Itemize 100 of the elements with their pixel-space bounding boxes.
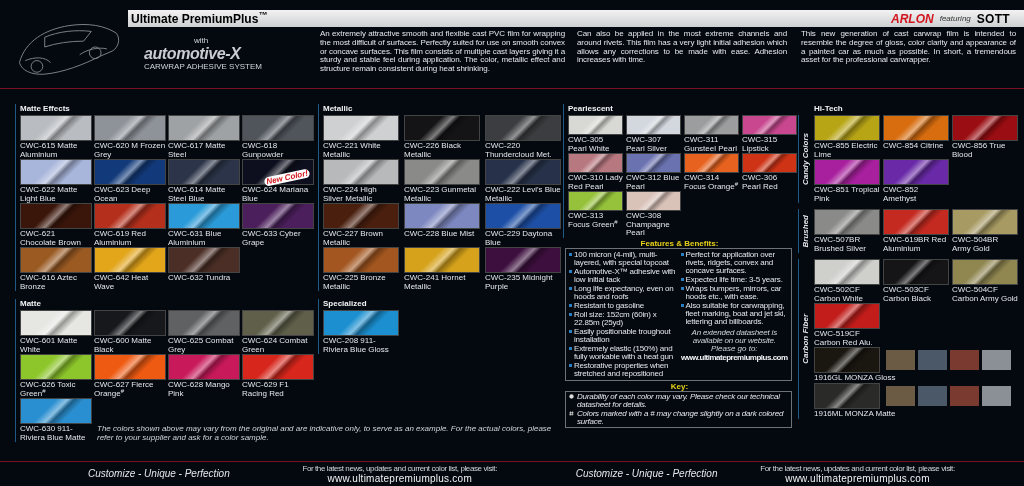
swatch-label: CWC-625 Combat Grey bbox=[168, 337, 235, 354]
square-bullet-icon bbox=[569, 304, 572, 307]
photo-placeholder bbox=[886, 386, 915, 406]
section-title: Matte bbox=[20, 299, 41, 309]
features-title: Features & Benefits: bbox=[640, 238, 719, 248]
section-title: Pearlescent bbox=[568, 104, 613, 114]
disclaimer-text: The colors shown above may vary from the original and are indicative only, to serve as an example. For the actual colors, please refer to your supplier and ask for a color sample. bbox=[97, 425, 552, 442]
swatch-label: CWC-313 Focus Green$^{#}$ bbox=[568, 212, 619, 229]
swatch-label: CWC-306 Pearl Red bbox=[742, 174, 779, 191]
swatch-label: CWC-854 Citrine bbox=[883, 142, 945, 152]
swatch-label: CWC-633 Cyber Grape bbox=[242, 230, 302, 247]
swatch-label: CWC-223 Gunmetal Metallic bbox=[404, 186, 478, 203]
square-bullet-icon bbox=[569, 313, 572, 316]
swatch-label: CWC-507BR Brushed Silver bbox=[814, 236, 868, 253]
photo-placeholder bbox=[950, 386, 979, 406]
swatch-label: CWC-307 Pearl Silver bbox=[626, 136, 668, 153]
square-bullet-icon bbox=[569, 347, 572, 350]
photo-placeholder bbox=[982, 386, 1011, 406]
visit-note: For the latest news, updates and current color list, please visit: bbox=[302, 464, 498, 473]
partner-logo: SOTT bbox=[976, 12, 1010, 25]
swatch-label: CWC-600 Matte Black bbox=[94, 337, 153, 354]
swatch-label: CWC-222 Levi's Blue Metallic bbox=[485, 186, 561, 203]
swatch-label: CWC-617 Matte Steel bbox=[168, 142, 227, 159]
feature-text: Extremely elastic (150%) and fully workable with a heat gun bbox=[574, 344, 674, 361]
swatch-label: CWC-601 Matte White bbox=[20, 337, 79, 354]
swatch-label: CWC-630 911-Riviera Blue Matte bbox=[20, 425, 87, 442]
brochure-title: Ultimate PremiumPlus$^{™}$ bbox=[131, 12, 268, 25]
swatch-label: CWC-619 Red Aluminium bbox=[94, 230, 147, 247]
square-bullet-icon bbox=[569, 270, 572, 273]
swatch-label: CWC-627 Fierce Orange$^{#}$ bbox=[94, 381, 155, 398]
swatch-label: CWC-632 Tundra bbox=[168, 274, 232, 284]
key-text: Durability of each color may vary. Please check our technical datasheet for details. bbox=[577, 392, 781, 409]
swatch-label: CWC-851 Tropical Pink bbox=[814, 186, 880, 203]
group-label: Brushed bbox=[801, 214, 810, 248]
swatch-label: CWC-229 Daytona Blue bbox=[485, 230, 554, 247]
swatch-label: CWC-315 Lipstick bbox=[742, 136, 779, 153]
swatch-label: CWC-631 Blue Aluminium bbox=[168, 230, 223, 247]
swatch-label: CWC-235 Midnight Purple bbox=[485, 274, 554, 291]
swatch-label: CWC-619BR Red Aluminium bbox=[883, 236, 948, 253]
square-bullet-icon bbox=[680, 253, 684, 256]
feature-text: Roll size: 152cm (60in) x 22.85m (25yd) bbox=[574, 310, 658, 327]
slogan-text: Customize - Unique - Perfection bbox=[88, 469, 230, 479]
slogan-text: Customize - Unique - Perfection bbox=[575, 469, 718, 479]
datasheet-note: An extended datasheet is available on our website. bbox=[690, 328, 778, 345]
swatch-label: CWC-227 Brown Metallic bbox=[323, 230, 384, 247]
visit-note: For the latest news, updates and current color list, please visit: bbox=[760, 464, 955, 473]
swatch-label: CWC-856 True Blood bbox=[952, 142, 1007, 159]
swatch-label: CWC-241 Hornet Metallic bbox=[404, 274, 467, 291]
swatch-label: CWC-616 Aztec Bronze bbox=[20, 274, 78, 291]
swatch-label: CWC-621 Chocolate Brown bbox=[20, 230, 82, 247]
swatch-label: CWC-620 M Frozen Grey bbox=[94, 142, 166, 159]
group-label: Carbon Fiber bbox=[801, 314, 810, 364]
swatch-label: CWC-624 Combat Green bbox=[242, 337, 309, 354]
swatch-label: CWC-626 Toxic Green$^{#}$ bbox=[20, 381, 77, 398]
intro-paragraph: Can also be applied in the most extreme channels and around rivets. This film has a very light initial adhesion which allows any corrections to be made with ease. Adhesion increases with time. bbox=[577, 30, 787, 67]
swatch-label: CWC-623 Deep Ocean bbox=[94, 186, 152, 203]
swatch-label: CWC-622 Matte Light Blue bbox=[20, 186, 79, 203]
swatch-label: CWC-519CF Carbon Red Alu. bbox=[814, 330, 874, 347]
group-label: Candy Colors bbox=[801, 133, 810, 185]
logo-prefix: with bbox=[193, 36, 209, 45]
swatch-label: CWC-208 911-Riviera Blue Gloss bbox=[323, 337, 390, 354]
featuring-text: featuring bbox=[939, 14, 971, 23]
swatch-label: CWC-308 Champagne Pearl bbox=[626, 212, 671, 238]
website-link[interactable]: www.ultimatepremiumplus.com bbox=[680, 352, 788, 362]
swatch-label: CWC-221 White Metallic bbox=[323, 142, 382, 159]
logo-tagline: CARWRAP ADHESIVE SYSTEM bbox=[144, 62, 262, 71]
feature-text: Wraps bumpers, mirrors, car hoods etc., with ease. bbox=[685, 284, 782, 301]
website-link[interactable]: www.ultimatepremiumplus.com bbox=[785, 473, 930, 484]
swatch-label: CWC-226 Black Metallic bbox=[404, 142, 462, 159]
square-bullet-icon bbox=[569, 253, 572, 256]
swatch-label: CWC-628 Mango Pink bbox=[168, 381, 231, 398]
section-title: Specialized bbox=[323, 299, 367, 309]
website-link[interactable]: www.ultimatepremiumplus.com bbox=[327, 473, 472, 484]
feature-text: Resistant to gasoline bbox=[574, 301, 645, 310]
swatch-label: CWC-220 Thundercloud Met. bbox=[485, 142, 553, 159]
section-title: Metallic bbox=[323, 104, 353, 114]
photo-placeholder bbox=[886, 350, 915, 370]
section-title: Matte Effects bbox=[20, 104, 70, 114]
swatch-label: CWC-312 Blue Pearl bbox=[626, 174, 681, 191]
brand-logo: ARLON bbox=[891, 12, 934, 25]
feature-text: Restorative properties when stretched and repositioned bbox=[574, 361, 669, 378]
swatch-label: CWC-618 Gunpowder bbox=[242, 142, 285, 159]
feature-text: 100 micron (4-mil), multi-layered, with special topcoat bbox=[574, 250, 670, 267]
swatch-label: CWC-642 Heat Wave bbox=[94, 274, 150, 291]
swatch-label: CWC-504BR Army Gold bbox=[952, 236, 1000, 253]
square-bullet-icon bbox=[680, 278, 684, 281]
square-bullet-icon bbox=[569, 287, 572, 290]
datasheet-prompt: Please go to: bbox=[710, 344, 758, 353]
swatch-label: CWC-852 Amethyst bbox=[883, 186, 920, 203]
swatch-label: CWC-614 Matte Steel Blue bbox=[168, 186, 227, 203]
swatch-label: CWC-855 Electric Lime bbox=[814, 142, 879, 159]
swatch-label: CWC-228 Blue Mist bbox=[404, 230, 476, 240]
feature-text: Easily positionable troughout installation bbox=[574, 327, 672, 344]
photo-placeholder bbox=[918, 350, 947, 370]
square-bullet-icon bbox=[569, 364, 572, 367]
swatch-label: CWC-504CF Carbon Army Gold bbox=[952, 286, 1018, 303]
feature-text: Automotive-X™ adhesive with low initial tack bbox=[574, 267, 677, 284]
swatch-label: CWC-629 F1 Racing Red bbox=[242, 381, 290, 398]
swatch-label: CWC-310 Lady Red Pearl bbox=[568, 174, 623, 191]
feature-text: Also suitable for carwrapping, fleet marking, boat and jet ski, lettering and billboards. bbox=[685, 301, 787, 326]
